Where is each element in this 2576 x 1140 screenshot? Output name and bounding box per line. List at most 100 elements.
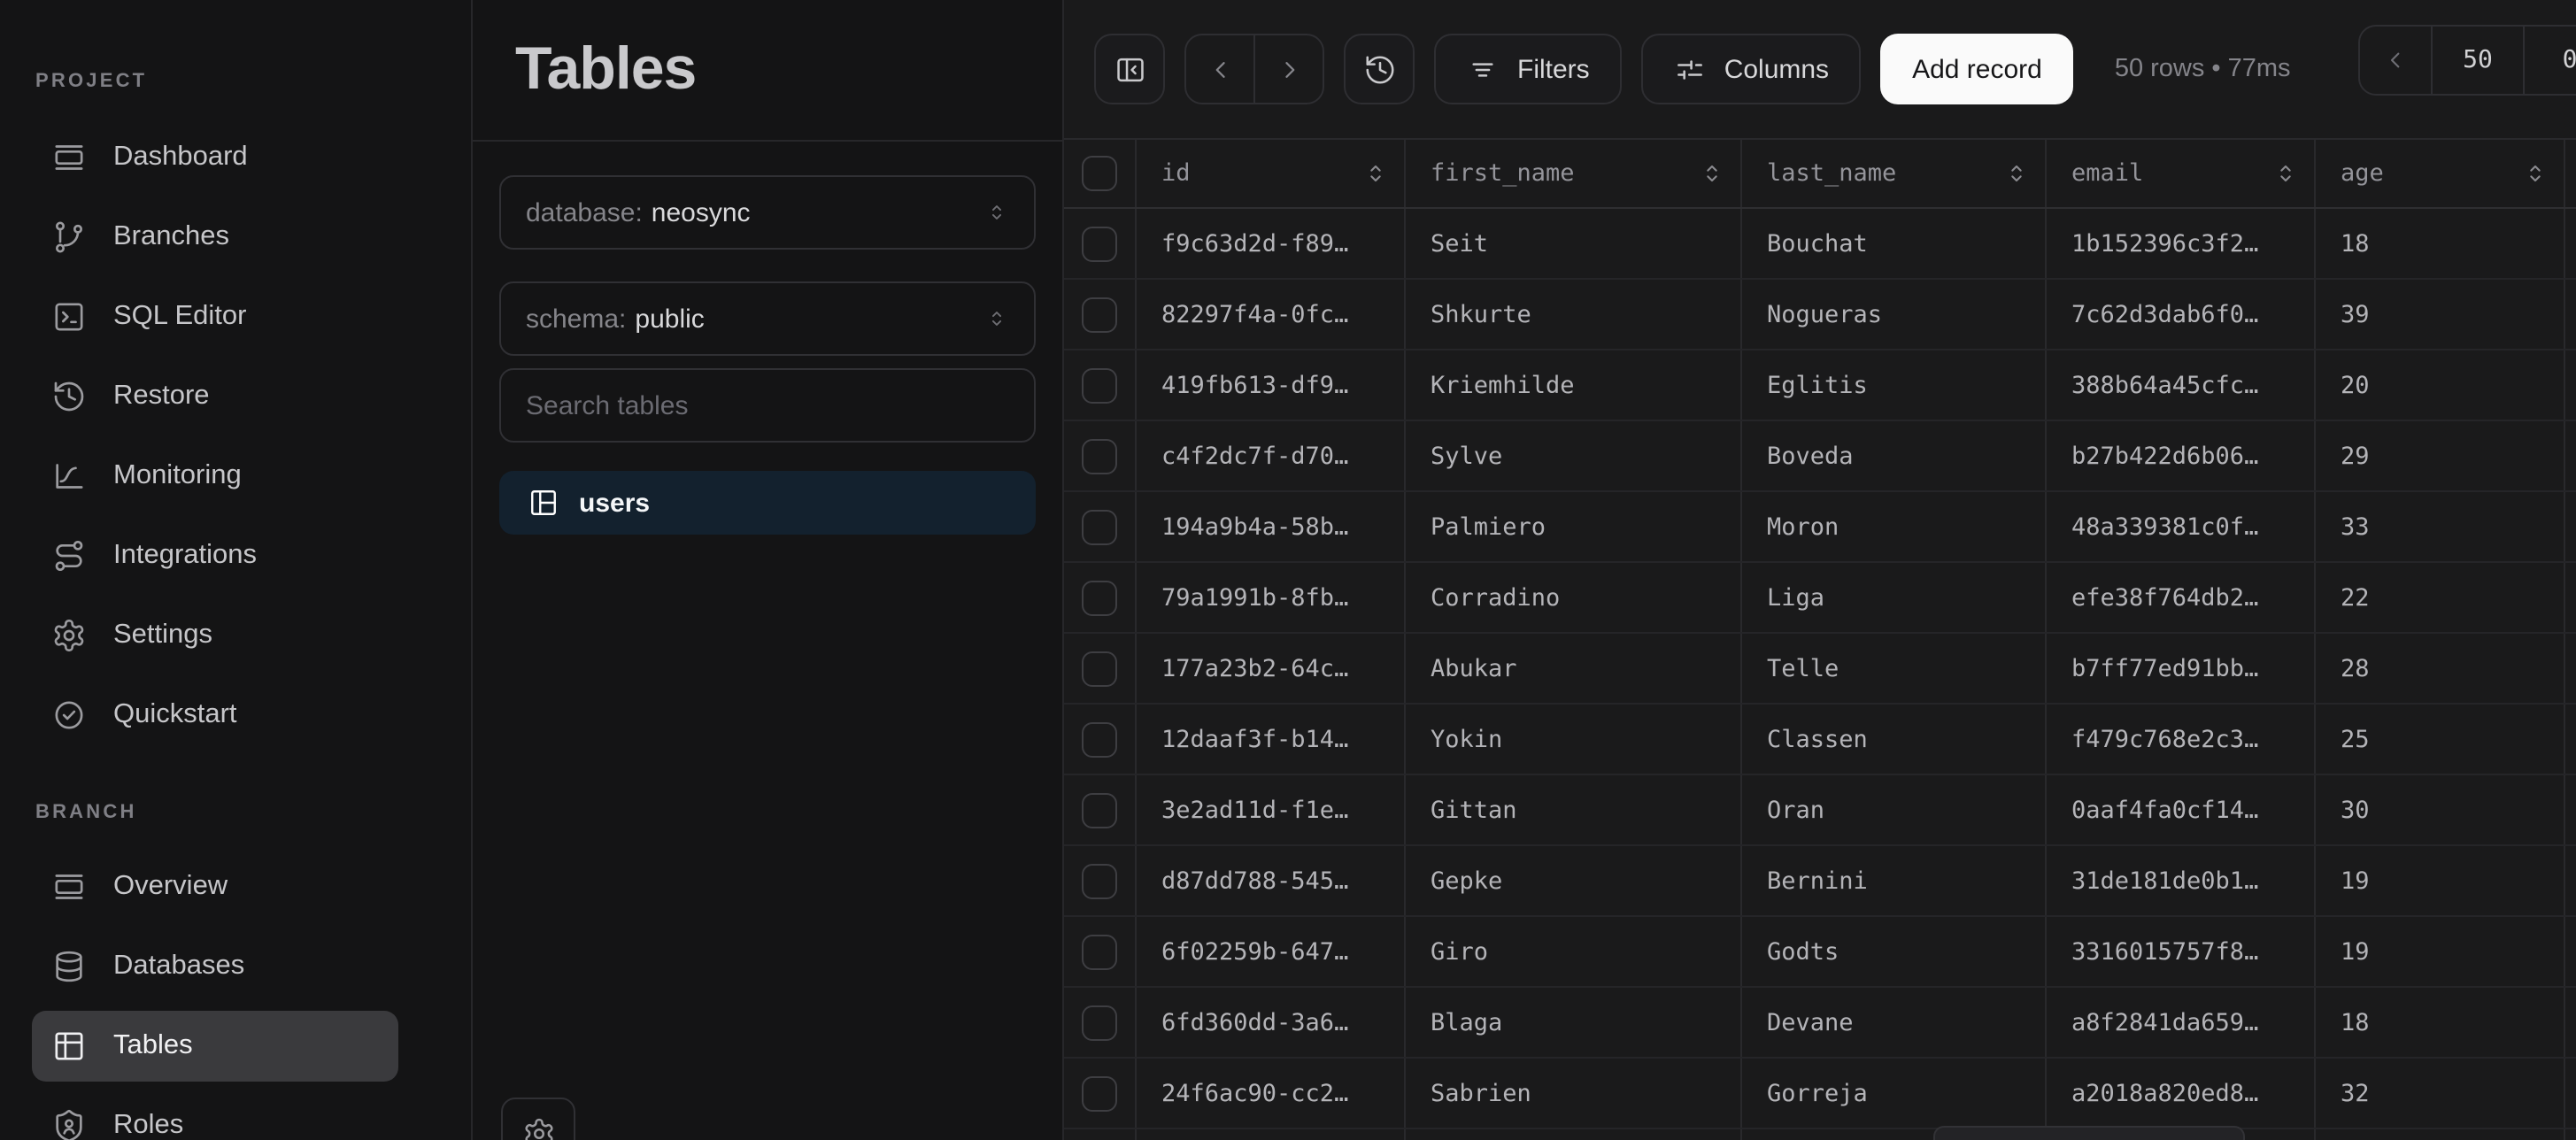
- row-checkbox[interactable]: [1082, 863, 1117, 898]
- row-checkbox[interactable]: [1082, 721, 1117, 757]
- cell-first_name[interactable]: Sylve: [1404, 421, 1740, 490]
- table-row[interactable]: 3e2ad11d-f1e…GittanOran0aaf4fa0cf14…30: [1064, 775, 2576, 846]
- cell-email[interactable]: a2018a820ed8…: [2045, 1059, 2314, 1128]
- panel-settings-button[interactable]: [501, 1098, 575, 1140]
- cell-email[interactable]: b7ff77ed91bb…: [2045, 634, 2314, 703]
- row-checkbox[interactable]: [1082, 226, 1117, 261]
- cell-id[interactable]: 12daaf3f-b14…: [1135, 705, 1404, 774]
- cell-id[interactable]: 24f6ac90-cc2…: [1135, 1059, 1404, 1128]
- cell-age[interactable]: 19: [2314, 917, 2564, 986]
- sidebar-item-integrations[interactable]: Integrations: [32, 520, 398, 591]
- cell-email[interactable]: 1b152396c3f2…: [2045, 209, 2314, 278]
- column-header-first_name[interactable]: first_name: [1404, 140, 1740, 207]
- table-row[interactable]: 79a1991b-8fb…CorradinoLigaefe38f764db2…2…: [1064, 563, 2576, 634]
- table-row[interactable]: 24f6ac90-cc2…SabrienGorrejaa2018a820ed8……: [1064, 1059, 2576, 1129]
- row-checkbox[interactable]: [1082, 367, 1117, 403]
- sidebar-item-quickstart[interactable]: Quickstart: [32, 680, 398, 751]
- cell-last_name[interactable]: Liga: [1740, 563, 2045, 632]
- back-button[interactable]: [1186, 35, 1253, 103]
- cell-first_name[interactable]: Palmiero: [1404, 492, 1740, 561]
- cell-last_name[interactable]: Nogueras: [1740, 280, 2045, 349]
- table-row[interactable]: c4f2dc7f-d70…SylveBovedab27b422d6b06…29: [1064, 421, 2576, 492]
- select-all-checkbox[interactable]: [1082, 156, 1117, 191]
- sort-icon[interactable]: [1698, 159, 1726, 188]
- cell-id[interactable]: f9c63d2d-f89…: [1135, 209, 1404, 278]
- page-offset-value[interactable]: 0: [2523, 27, 2576, 94]
- collapse-panel-button[interactable]: [1094, 34, 1165, 104]
- table-row[interactable]: f9c63d2d-f89…SeitBouchat1b152396c3f2…18: [1064, 209, 2576, 280]
- cell-email[interactable]: b27b422d6b06…: [2045, 421, 2314, 490]
- cell-age[interactable]: 28: [2314, 634, 2564, 703]
- cell-email[interactable]: efe38f764db2…: [2045, 563, 2314, 632]
- sidebar-item-overview[interactable]: Overview: [32, 851, 398, 922]
- cell-id[interactable]: 177a23b2-64c…: [1135, 634, 1404, 703]
- sidebar-item-databases[interactable]: Databases: [32, 931, 398, 1002]
- row-checkbox[interactable]: [1082, 934, 1117, 969]
- cell-last_name[interactable]: Devane: [1740, 988, 2045, 1057]
- cell-age[interactable]: 29: [2314, 421, 2564, 490]
- row-checkbox[interactable]: [1082, 509, 1117, 544]
- table-row[interactable]: 12daaf3f-b14…YokinClassenf479c768e2c3…25: [1064, 705, 2576, 775]
- cell-id[interactable]: 194a9b4a-58b…: [1135, 492, 1404, 561]
- sort-icon[interactable]: [2002, 159, 2031, 188]
- table-row[interactable]: d87dd788-545…GepkeBernini31de181de0b1…19: [1064, 846, 2576, 917]
- cell-email[interactable]: 7c62d3dab6f0…: [2045, 280, 2314, 349]
- column-header-last_name[interactable]: last_name: [1740, 140, 2045, 207]
- cell-last_name[interactable]: Eglitis: [1740, 350, 2045, 420]
- row-checkbox[interactable]: [1082, 297, 1117, 332]
- sort-icon[interactable]: [2271, 159, 2300, 188]
- cell-id[interactable]: c4f2dc7f-d70…: [1135, 421, 1404, 490]
- cell-first_name[interactable]: Abukar: [1404, 634, 1740, 703]
- row-checkbox[interactable]: [1082, 580, 1117, 615]
- cell-last_name[interactable]: Boveda: [1740, 421, 2045, 490]
- previous-page-button[interactable]: [2360, 27, 2431, 94]
- horizontal-scrollbar[interactable]: [1933, 1126, 2245, 1140]
- cell-first_name[interactable]: Corradino: [1404, 563, 1740, 632]
- cell-age[interactable]: 39: [2314, 280, 2564, 349]
- sidebar-item-branches[interactable]: Branches: [32, 202, 398, 273]
- table-row[interactable]: 194a9b4a-58b…PalmieroMoron48a339381c0f…3…: [1064, 492, 2576, 563]
- cell-email[interactable]: 388b64a45cfc…: [2045, 350, 2314, 420]
- cell-last_name[interactable]: Telle: [1740, 634, 2045, 703]
- query-history-button[interactable]: [1344, 34, 1415, 104]
- cell-last_name[interactable]: Bouchat: [1740, 209, 2045, 278]
- table-list-item-users[interactable]: users: [499, 471, 1036, 535]
- sidebar-item-tables[interactable]: Tables: [32, 1011, 398, 1082]
- search-tables-input[interactable]: [499, 368, 1036, 443]
- cell-id[interactable]: 82297f4a-0fc…: [1135, 280, 1404, 349]
- row-checkbox[interactable]: [1082, 438, 1117, 474]
- table-row[interactable]: 419fb613-df9…KriemhildeEglitis388b64a45c…: [1064, 350, 2576, 421]
- cell-id[interactable]: d87dd788-545…: [1135, 846, 1404, 915]
- cell-age[interactable]: 19: [2314, 846, 2564, 915]
- database-select[interactable]: database: neosync: [499, 175, 1036, 250]
- page-size-value[interactable]: 50: [2431, 27, 2523, 94]
- cell-id[interactable]: 79a1991b-8fb…: [1135, 563, 1404, 632]
- row-checkbox[interactable]: [1082, 1075, 1117, 1111]
- cell-email[interactable]: f479c768e2c3…: [2045, 705, 2314, 774]
- cell-age[interactable]: 30: [2314, 775, 2564, 844]
- row-checkbox[interactable]: [1082, 792, 1117, 828]
- cell-id[interactable]: 6fd360dd-3a6…: [1135, 988, 1404, 1057]
- row-checkbox[interactable]: [1082, 1005, 1117, 1040]
- cell-id[interactable]: 419fb613-df9…: [1135, 350, 1404, 420]
- cell-first_name[interactable]: Giro: [1404, 917, 1740, 986]
- table-row[interactable]: 177a23b2-64c…AbukarTelleb7ff77ed91bb…28: [1064, 634, 2576, 705]
- cell-first_name[interactable]: Shkurte: [1404, 280, 1740, 349]
- filters-button[interactable]: Filters: [1434, 34, 1622, 104]
- column-header-id[interactable]: id: [1135, 140, 1404, 207]
- cell-last_name[interactable]: Classen: [1740, 705, 2045, 774]
- schema-select[interactable]: schema: public: [499, 281, 1036, 356]
- sidebar-item-roles[interactable]: Roles: [32, 1090, 398, 1140]
- cell-age[interactable]: 25: [2314, 705, 2564, 774]
- sidebar-item-restore[interactable]: Restore: [32, 361, 398, 432]
- cell-email[interactable]: 0aaf4fa0cf14…: [2045, 775, 2314, 844]
- cell-last_name[interactable]: Moron: [1740, 492, 2045, 561]
- cell-age[interactable]: 18: [2314, 988, 2564, 1057]
- add-record-button[interactable]: Add record: [1880, 34, 2074, 104]
- cell-first_name[interactable]: Kriemhilde: [1404, 350, 1740, 420]
- sidebar-item-dashboard[interactable]: Dashboard: [32, 122, 398, 193]
- sort-icon[interactable]: [1361, 159, 1390, 188]
- table-row[interactable]: 6f02259b-647…GiroGodts3316015757f8…19: [1064, 917, 2576, 988]
- table-row[interactable]: 6fd360dd-3a6…BlagaDevanea8f2841da659…18: [1064, 988, 2576, 1059]
- sidebar-item-monitoring[interactable]: Monitoring: [32, 441, 398, 512]
